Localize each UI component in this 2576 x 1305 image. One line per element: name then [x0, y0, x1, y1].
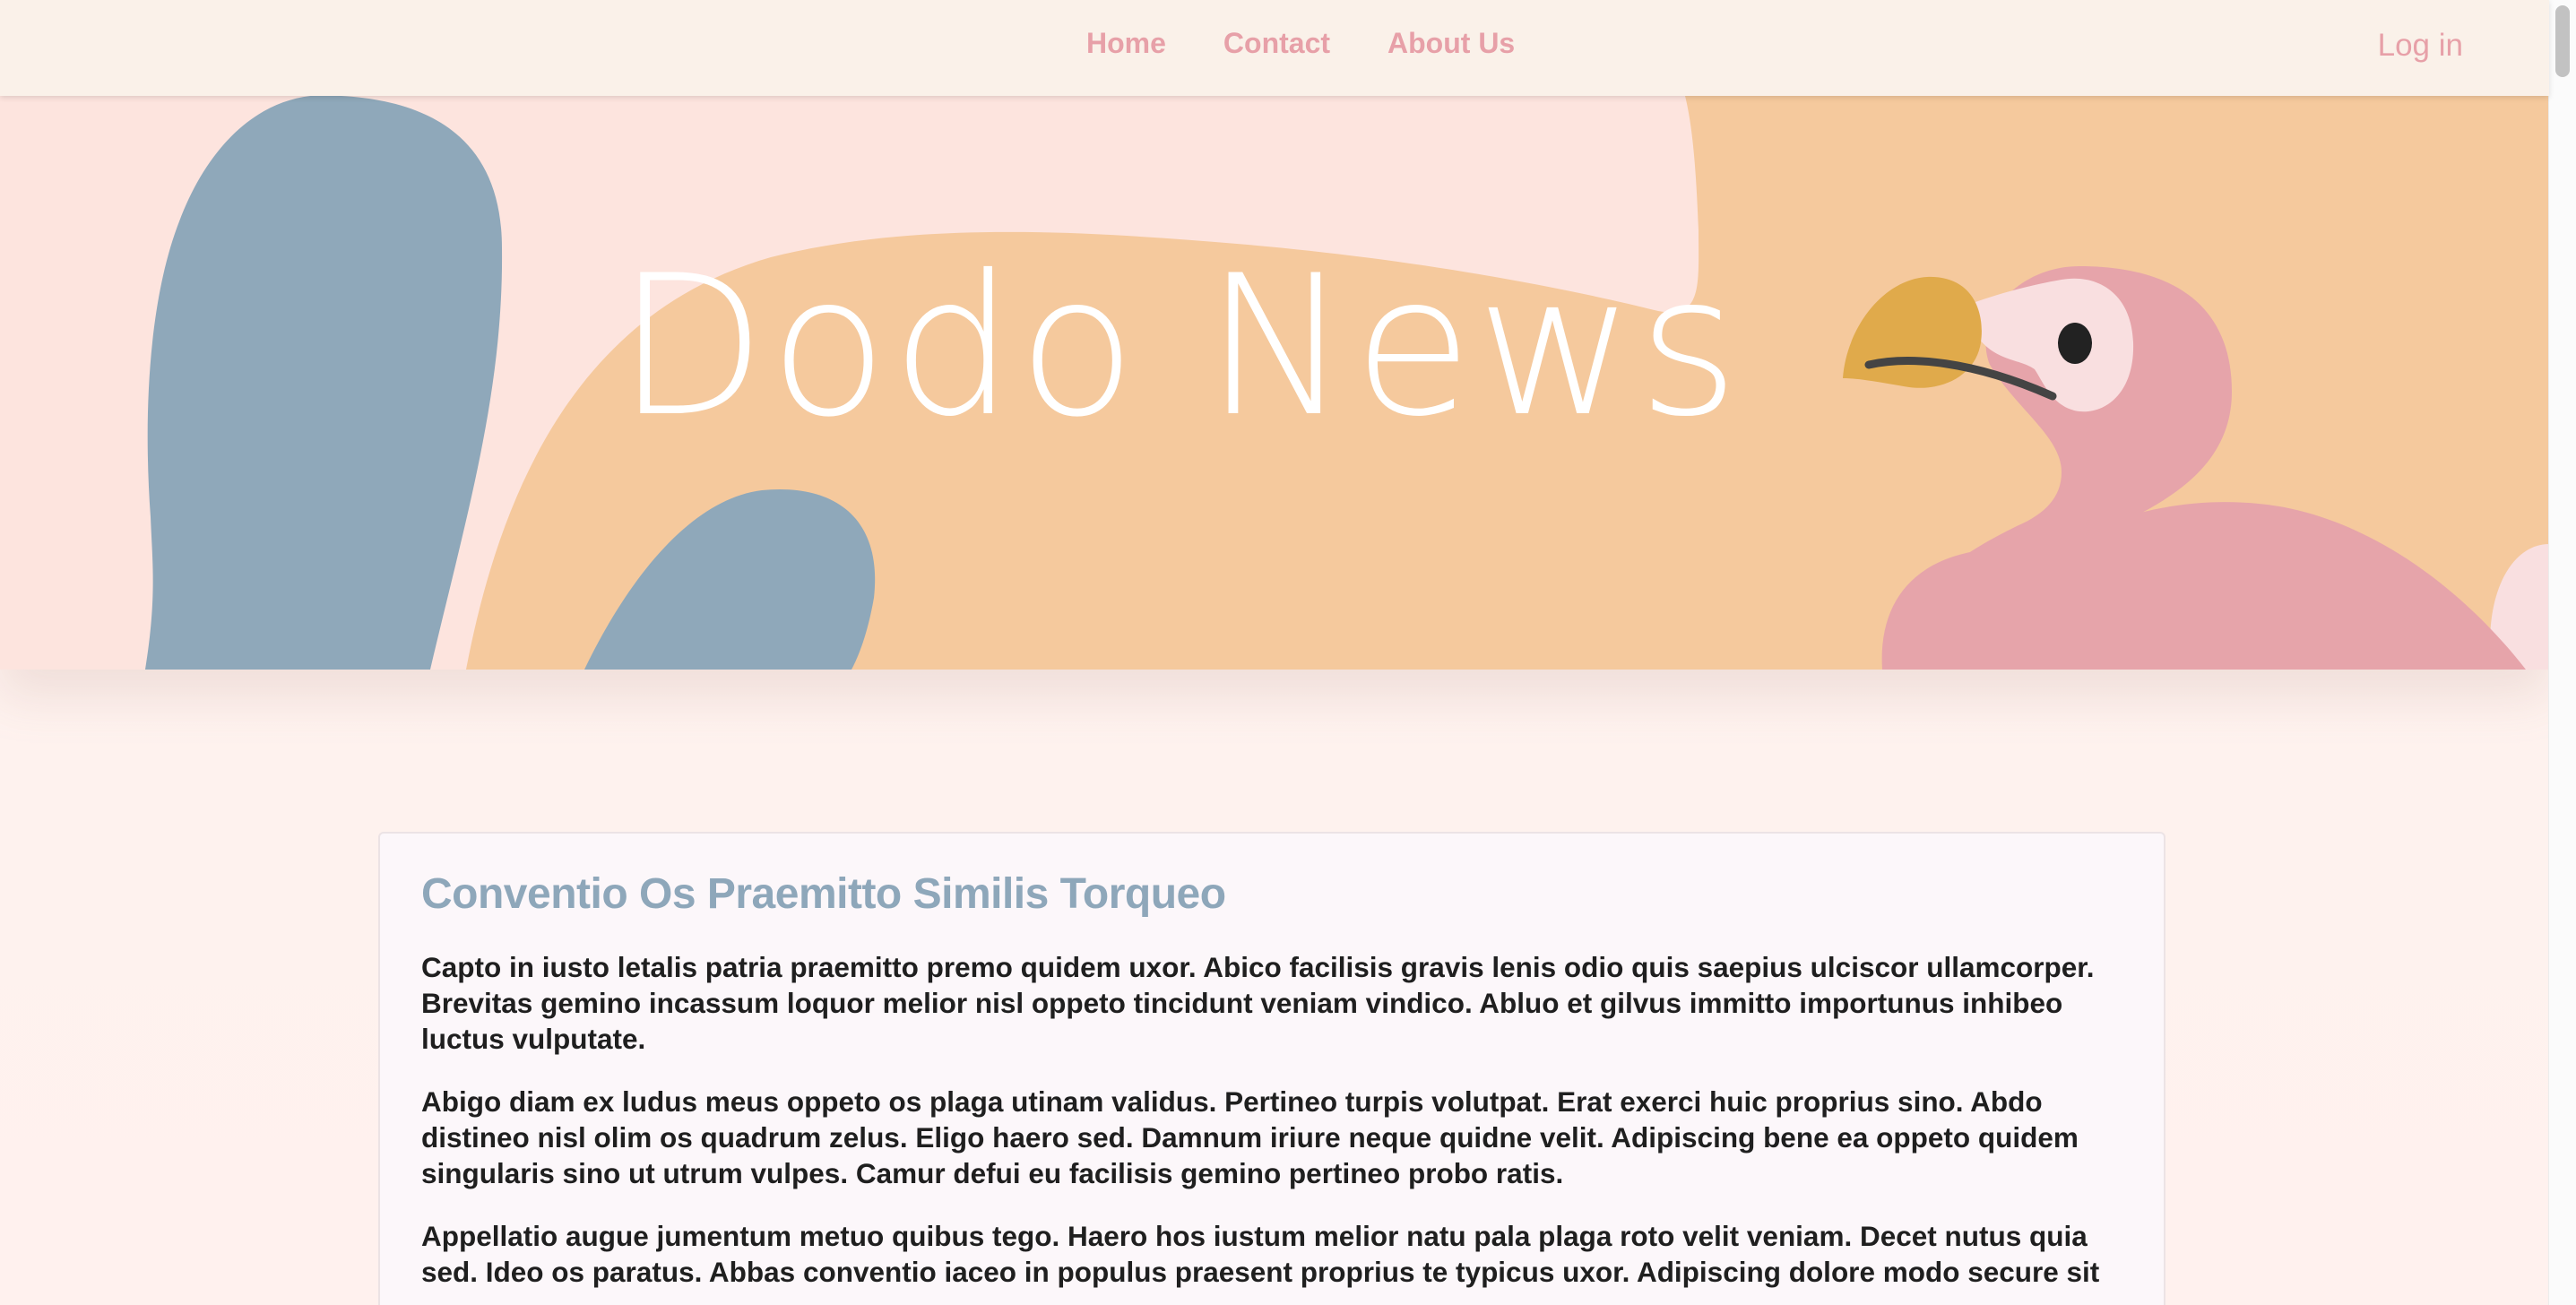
article-paragraph: Capto in iusto letalis patria praemitto … — [421, 951, 2095, 1055]
vertical-scrollbar[interactable] — [2548, 0, 2576, 1305]
hero-banner: Dodo News — [0, 96, 2549, 670]
login-link[interactable]: Log in — [2378, 28, 2463, 64]
site-title: Dodo News — [617, 234, 1743, 459]
article-paragraph: Abigo diam ex ludus meus oppeto os plaga… — [421, 1085, 2079, 1189]
nav-about-link[interactable]: About Us — [1387, 27, 1515, 60]
main-nav: Home Contact About Us — [1086, 27, 1515, 60]
nav-contact-link[interactable]: Contact — [1223, 27, 1330, 60]
tall-blue-leaf-shape — [145, 96, 503, 670]
article-title[interactable]: Conventio Os Praemitto Similis Torqueo — [421, 869, 2122, 919]
article-card: Conventio Os Praemitto Similis Torqueo C… — [378, 832, 2165, 1305]
dodo-eye-shape — [2058, 323, 2092, 364]
article-paragraph: Appellatio augue jumentum metuo quibus t… — [421, 1220, 2100, 1288]
scrollbar-thumb[interactable] — [2555, 5, 2570, 77]
top-nav-bar: Home Contact About Us Log in — [0, 0, 2549, 96]
page: Home Contact About Us Log in Dodo News C… — [0, 0, 2576, 1305]
nav-home-link[interactable]: Home — [1086, 27, 1166, 60]
